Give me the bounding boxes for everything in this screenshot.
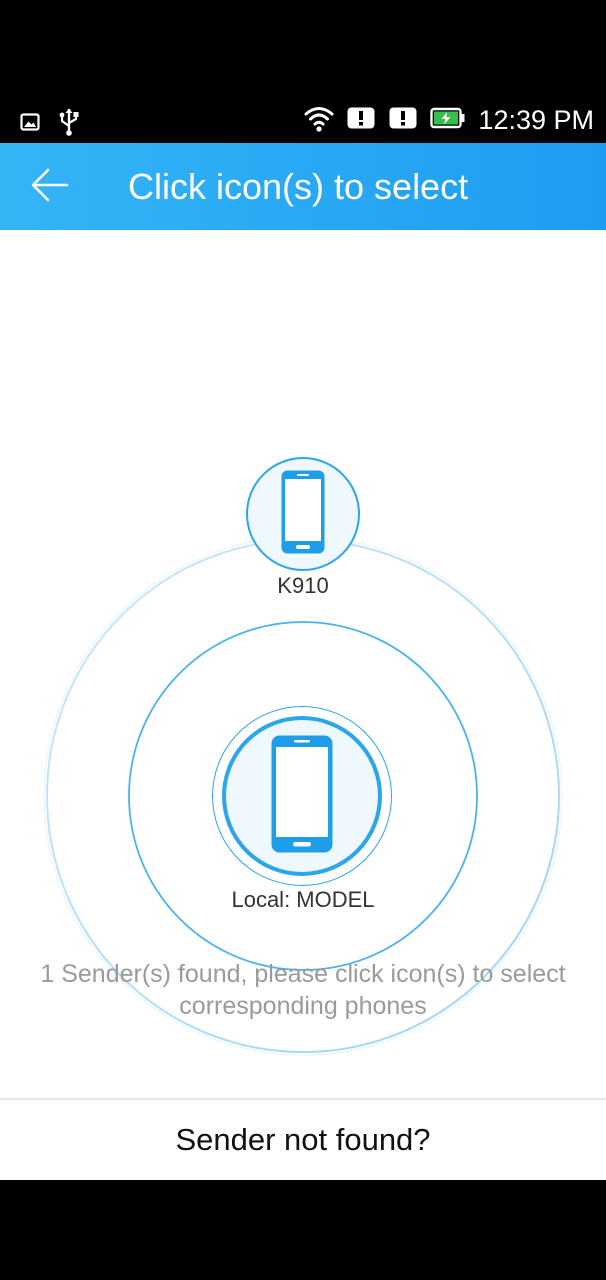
alert-icon bbox=[388, 106, 418, 134]
back-button[interactable] bbox=[22, 159, 78, 215]
image-notification-icon bbox=[20, 112, 40, 136]
alert-icon bbox=[346, 106, 376, 134]
local-device-label: Local: MODEL bbox=[231, 887, 375, 912]
battery-charging-icon bbox=[430, 107, 466, 133]
radar-content: K910 Local: MODEL 1 Sender(s) found, ple… bbox=[0, 230, 606, 1180]
system-nav-bar bbox=[0, 1180, 606, 1280]
remote-device-label: K910 bbox=[277, 573, 329, 598]
arrow-left-icon bbox=[30, 167, 70, 207]
page-title: Click icon(s) to select bbox=[128, 166, 469, 207]
radar-rings bbox=[43, 536, 563, 1056]
usb-icon bbox=[58, 108, 80, 140]
app-bar: Click icon(s) to select bbox=[0, 143, 606, 230]
search-result-hint: 1 Sender(s) found, please click icon(s) … bbox=[40, 960, 566, 1020]
sender-not-found-button[interactable]: Sender not found? bbox=[0, 1100, 606, 1180]
status-bar-left-icons bbox=[20, 108, 80, 140]
local-device-inner bbox=[222, 716, 382, 876]
status-time: 12:39 PM bbox=[478, 105, 594, 135]
status-bar: 12:39 PM bbox=[0, 0, 606, 143]
status-bar-right-icons: 12:39 PM bbox=[304, 104, 594, 136]
remote-device-button[interactable] bbox=[246, 457, 360, 571]
phone-icon bbox=[270, 734, 334, 858]
local-device bbox=[212, 706, 392, 886]
phone-icon bbox=[280, 469, 326, 559]
wifi-icon bbox=[304, 104, 334, 136]
